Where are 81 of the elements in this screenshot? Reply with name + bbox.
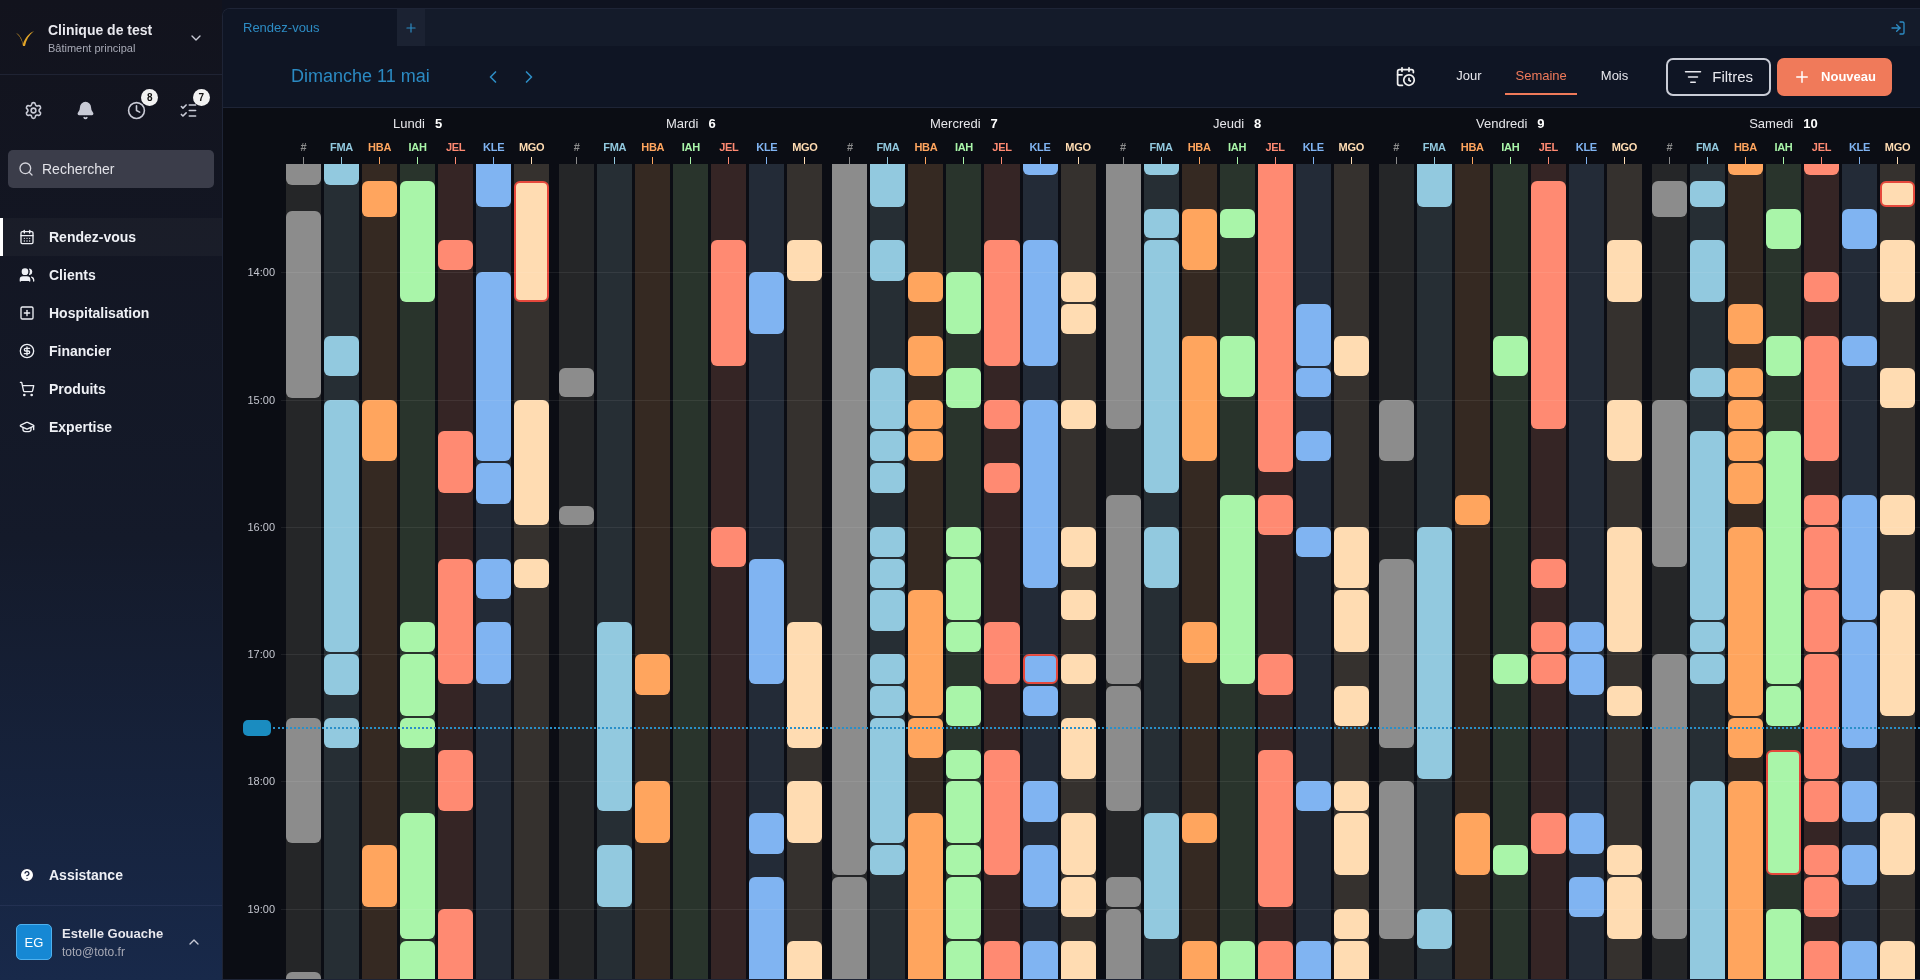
staff-code: KLE <box>483 141 505 153</box>
staff-code: MGO <box>792 141 818 153</box>
clinic-name: Clinique de test <box>48 22 154 38</box>
staff-code: # <box>573 141 580 153</box>
hour-label: 19:00 <box>247 902 275 915</box>
staff-code: KLE <box>1848 141 1871 153</box>
staff-code: FMA <box>603 141 627 153</box>
user-avatar: EG <box>16 924 52 960</box>
staff-code: # <box>846 141 853 153</box>
hour-label: 15:00 <box>247 393 275 406</box>
day-name: Lundi <box>393 116 425 131</box>
user-email: toto@toto.fr <box>62 944 126 959</box>
staff-code: IAH <box>681 141 700 153</box>
nav-item[interactable]: Hospitalisation <box>0 294 222 332</box>
search-field[interactable]: Rechercher <box>8 150 214 188</box>
staff-code: FMA <box>876 141 900 153</box>
count-badge: 7 <box>192 89 210 106</box>
staff-code: JEL <box>992 141 1012 153</box>
view-tab[interactable]: Jour <box>1446 58 1492 95</box>
day-number: 7 <box>990 116 998 131</box>
staff-code: JEL <box>446 141 466 153</box>
assistance-link[interactable]: Assistance <box>0 867 222 906</box>
hour-label: 16:00 <box>247 520 275 533</box>
count-badge: 8 <box>141 89 159 106</box>
day-number: 5 <box>434 116 443 131</box>
staff-code: JEL <box>719 141 739 153</box>
building-name: Bâtiment principal <box>48 42 137 54</box>
staff-code: IAH <box>1501 141 1520 153</box>
nav-item[interactable]: Rendez-vous <box>0 218 222 256</box>
staff-code: HBA <box>1187 141 1211 153</box>
view-tab[interactable]: Semaine <box>1505 58 1577 95</box>
staff-code: # <box>1666 141 1673 153</box>
user-name: Estelle Gouache <box>62 925 165 941</box>
staff-code: KLE <box>756 141 778 153</box>
staff-code: JEL <box>1265 141 1285 153</box>
staff-code: MGO <box>1884 141 1911 153</box>
day-name: Samedi <box>1749 116 1794 131</box>
staff-code: # <box>300 141 307 153</box>
day-name: Vendredi <box>1476 116 1528 131</box>
staff-code: HBA <box>368 141 392 153</box>
view-tab[interactable]: Mois <box>1590 58 1639 95</box>
staff-code: MGO <box>1065 141 1091 153</box>
staff-code: HBA <box>641 141 665 153</box>
day-number: 8 <box>1254 116 1262 131</box>
staff-code: IAH <box>1774 141 1793 153</box>
filters-button[interactable]: Filtres <box>1666 57 1772 96</box>
staff-code: FMA <box>1149 141 1173 153</box>
staff-code: KLE <box>1029 141 1051 153</box>
staff-code: KLE <box>1302 141 1324 153</box>
staff-code: FMA <box>1695 141 1719 153</box>
staff-code: KLE <box>1575 141 1597 153</box>
nav-item[interactable]: Financier <box>0 332 222 370</box>
staff-code: MGO <box>1338 141 1364 153</box>
day-number: 6 <box>708 116 716 131</box>
day-name: Jeudi <box>1212 116 1244 131</box>
staff-code: HBA <box>1733 141 1757 153</box>
staff-code: FMA <box>330 141 353 153</box>
date-title: Dimanche 11 mai <box>291 66 431 87</box>
nav-item[interactable]: Produits <box>0 370 222 408</box>
staff-code: HBA <box>1460 141 1484 153</box>
day-number: 9 <box>1537 116 1545 131</box>
staff-code: IAH <box>408 141 427 153</box>
day-number: 10 <box>1803 116 1818 131</box>
hour-label: 14:00 <box>247 266 275 279</box>
nav-item[interactable]: Expertise <box>0 408 222 446</box>
staff-code: MGO <box>1611 141 1638 153</box>
nav-item[interactable]: Clients <box>0 256 222 294</box>
staff-code: # <box>1120 141 1126 153</box>
staff-code: # <box>1393 141 1400 153</box>
staff-code: JEL <box>1811 141 1832 153</box>
staff-code: FMA <box>1422 141 1446 153</box>
day-name: Mercredi <box>930 116 981 131</box>
staff-code: HBA <box>914 141 938 153</box>
day-name: Mardi <box>665 116 699 131</box>
staff-code: IAH <box>1228 141 1247 153</box>
tab[interactable]: Rendez-vous <box>223 9 397 46</box>
staff-code: JEL <box>1538 141 1558 153</box>
staff-code: IAH <box>954 141 973 153</box>
hour-label: 18:00 <box>247 775 275 788</box>
hour-label: 17:00 <box>247 648 275 661</box>
staff-code: MGO <box>519 141 545 153</box>
